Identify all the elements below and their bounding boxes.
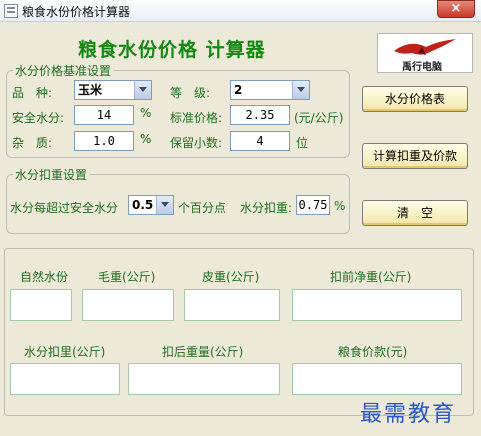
safe-moisture-input[interactable]: 14 <box>74 105 134 125</box>
logo: 禹行电脑 <box>377 33 473 73</box>
decimals-label: 保留小数: <box>170 136 223 150</box>
after-deduct-field <box>128 363 280 395</box>
safe-moisture-label: 安全水分: <box>12 111 65 125</box>
variety-select[interactable]: 玉米 <box>74 80 152 100</box>
grade-value: 2 <box>234 83 243 97</box>
net-before-label: 扣前净重(公斤) <box>330 270 412 284</box>
natural-moisture-label: 自然水份 <box>20 270 69 284</box>
over-safe-moisture-label: 水分每超过安全水分 <box>10 201 119 215</box>
deduction-settings-legend: 水分扣重设置 <box>15 168 88 182</box>
watermark: 最需教育 <box>360 402 457 427</box>
impurity-input[interactable]: 1.0 <box>74 131 134 151</box>
title-bar: 粮食水份价格计算器 × <box>0 0 481 22</box>
natural-moisture-field[interactable] <box>10 289 72 321</box>
deduct-label: 水分扣重: <box>240 201 293 215</box>
app-title: 粮食水份价格 计算器 <box>78 39 266 61</box>
moisture-deduct-field <box>10 363 120 395</box>
standard-price-label: 标准价格: <box>170 111 223 125</box>
tare-weight-field[interactable] <box>184 289 280 321</box>
tare-weight-label: 皮重(公斤) <box>202 270 260 284</box>
impurity-unit: % <box>140 132 152 146</box>
over-value-select[interactable]: 0.5 <box>128 195 174 215</box>
chevron-down-icon[interactable] <box>156 196 173 214</box>
moisture-deduct-label: 水分扣里(公斤) <box>24 345 106 359</box>
impurity-label: 杂 质: <box>12 136 53 150</box>
net-before-field <box>292 289 462 321</box>
app-window: 粮食水份价格计算器 × 粮食水份价格 计算器 禹行电脑 水分价格基准设置 品 种… <box>0 0 481 436</box>
safe-moisture-unit: % <box>140 106 152 120</box>
app-icon <box>4 4 18 18</box>
grade-label: 等 级: <box>170 86 211 100</box>
standard-price-unit: (元/公斤) <box>294 111 344 125</box>
variety-label: 品 种: <box>12 86 53 100</box>
deduct-input[interactable]: 0.75 <box>296 195 330 215</box>
calculate-button[interactable]: 计算扣重及价款 <box>362 143 468 169</box>
gross-weight-field[interactable] <box>82 289 174 321</box>
standard-price-input[interactable]: 2.35 <box>230 105 290 125</box>
logo-text: 禹行电脑 <box>402 62 442 73</box>
chevron-down-icon[interactable] <box>134 81 151 99</box>
clear-button[interactable]: 清 空 <box>362 200 468 226</box>
over-value: 0.5 <box>132 198 154 212</box>
after-deduct-label: 扣后重量(公斤) <box>162 345 244 359</box>
grain-price-label: 粮食价款(元) <box>338 345 408 359</box>
chevron-down-icon[interactable] <box>292 81 309 99</box>
moisture-price-table-button[interactable]: 水分价格表 <box>362 86 468 112</box>
decimals-unit: 位 <box>296 136 309 150</box>
over-unit: 个百分点 <box>178 201 227 215</box>
deduct-unit: % <box>334 199 346 213</box>
close-button[interactable]: × <box>437 0 475 18</box>
gross-weight-label: 毛重(公斤) <box>98 270 156 284</box>
grain-price-field <box>292 363 462 395</box>
window-title: 粮食水份价格计算器 <box>22 5 131 19</box>
eagle-icon <box>394 39 456 55</box>
decimals-input[interactable]: 4 <box>230 131 290 151</box>
variety-value: 玉米 <box>78 83 103 97</box>
price-settings-legend: 水分价格基准设置 <box>15 64 112 78</box>
grade-select[interactable]: 2 <box>230 80 310 100</box>
